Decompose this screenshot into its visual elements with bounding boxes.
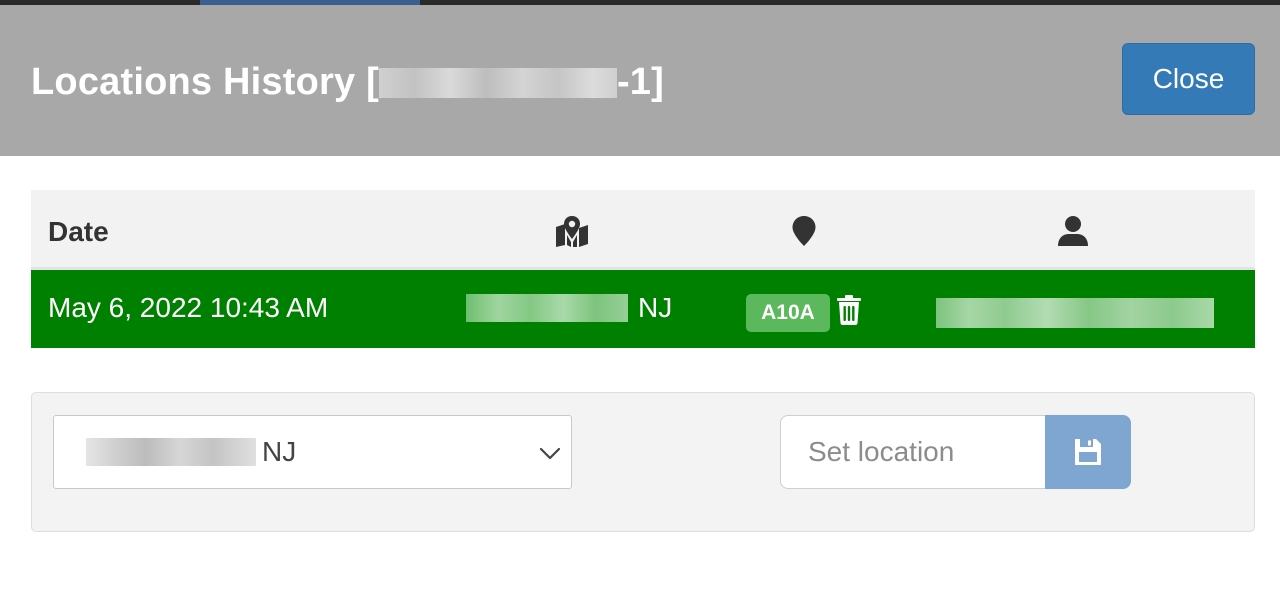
column-header-date: Date	[48, 216, 109, 247]
redacted-identifier	[378, 67, 617, 98]
locations-history-table: Date May 6, 2022 10:43 AM NJ A10A	[31, 190, 1255, 348]
row-date: May 6, 2022 10:43 AM	[48, 292, 329, 323]
floppy-disk-icon	[1075, 439, 1101, 465]
set-location-panel: NJ	[31, 392, 1255, 532]
map-marked-icon	[554, 214, 590, 248]
location-select-state: NJ	[262, 436, 297, 467]
set-location-input[interactable]	[780, 415, 1046, 489]
redacted-user-name	[936, 298, 1214, 328]
modal-title-suffix: -1]	[616, 61, 664, 103]
row-location: NJ	[466, 292, 672, 324]
trash-icon[interactable]	[836, 295, 862, 327]
table-row[interactable]: May 6, 2022 10:43 AM NJ A10A	[31, 270, 1255, 348]
redacted-location-name	[466, 294, 628, 322]
user-icon	[1055, 214, 1091, 248]
modal-header: Locations History [ -1] Close	[0, 5, 1280, 156]
table-header-row: Date	[31, 190, 1255, 270]
location-code-badge: A10A	[746, 294, 830, 332]
row-location-state: NJ	[638, 292, 673, 323]
map-marker-icon	[786, 214, 822, 248]
save-location-button[interactable]	[1045, 415, 1131, 489]
modal-title-prefix: Locations History [	[31, 61, 379, 103]
modal-title: Locations History [ -1]	[31, 61, 664, 104]
row-user	[936, 298, 1214, 328]
location-select[interactable]: NJ	[53, 415, 572, 489]
close-button[interactable]: Close	[1122, 43, 1255, 115]
chevron-down-icon	[539, 447, 561, 460]
redacted-selected-location	[86, 438, 256, 466]
